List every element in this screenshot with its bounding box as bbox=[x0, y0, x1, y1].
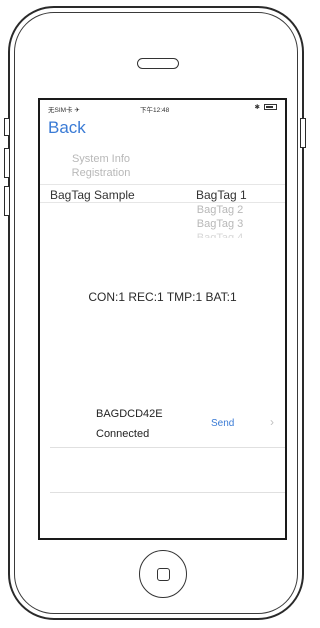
status-right-group: ✱ bbox=[255, 103, 277, 111]
picker-left-column[interactable]: System Info Registration bbox=[40, 152, 162, 180]
mute-switch bbox=[4, 118, 10, 136]
picker-selection-row: BagTag Sample BagTag 1 bbox=[40, 184, 285, 203]
picker-selected-right[interactable]: BagTag 1 bbox=[196, 188, 247, 202]
device-list-item[interactable]: BAGDCD42E Connected Send › bbox=[50, 402, 285, 448]
picker-option-bagtag-4[interactable]: BagTag 4 bbox=[180, 231, 260, 238]
picker-option-registration[interactable]: Registration bbox=[40, 166, 162, 180]
picker-option-bagtag-3[interactable]: BagTag 3 bbox=[180, 217, 260, 231]
volume-up-button bbox=[4, 148, 10, 178]
earpiece-speaker bbox=[137, 58, 179, 69]
battery-icon bbox=[264, 104, 277, 110]
picker-selected-left[interactable]: BagTag Sample bbox=[50, 188, 135, 202]
volume-down-button bbox=[4, 186, 10, 216]
bluetooth-icon: ✱ bbox=[254, 104, 260, 111]
list-divider bbox=[50, 492, 285, 493]
power-button bbox=[300, 118, 306, 148]
back-button[interactable]: Back bbox=[48, 118, 86, 138]
chevron-right-icon[interactable]: › bbox=[270, 415, 274, 429]
device-id-label: BAGDCD42E bbox=[96, 408, 163, 420]
picker-option-system-info[interactable]: System Info bbox=[40, 152, 162, 166]
picker-right-column[interactable]: BagTag 2 BagTag 3 BagTag 4 bbox=[180, 203, 260, 238]
send-button[interactable]: Send bbox=[211, 418, 234, 429]
home-button-icon bbox=[157, 568, 170, 581]
status-summary: CON:1 REC:1 TMP:1 BAT:1 bbox=[88, 290, 237, 304]
device-screen: 无SIM卡 ✈ 下午12:48 ✱ Back System Info Regis… bbox=[38, 98, 287, 540]
status-time: 下午12:48 bbox=[140, 107, 170, 114]
carrier-label: 无SIM卡 ✈ bbox=[48, 107, 80, 114]
device-connection-status: Connected bbox=[96, 428, 150, 440]
picker-option-bagtag-2[interactable]: BagTag 2 bbox=[180, 203, 260, 217]
phone-frame: 无SIM卡 ✈ 下午12:48 ✱ Back System Info Regis… bbox=[0, 0, 314, 628]
status-bar: 无SIM卡 ✈ 下午12:48 ✱ bbox=[40, 100, 285, 114]
